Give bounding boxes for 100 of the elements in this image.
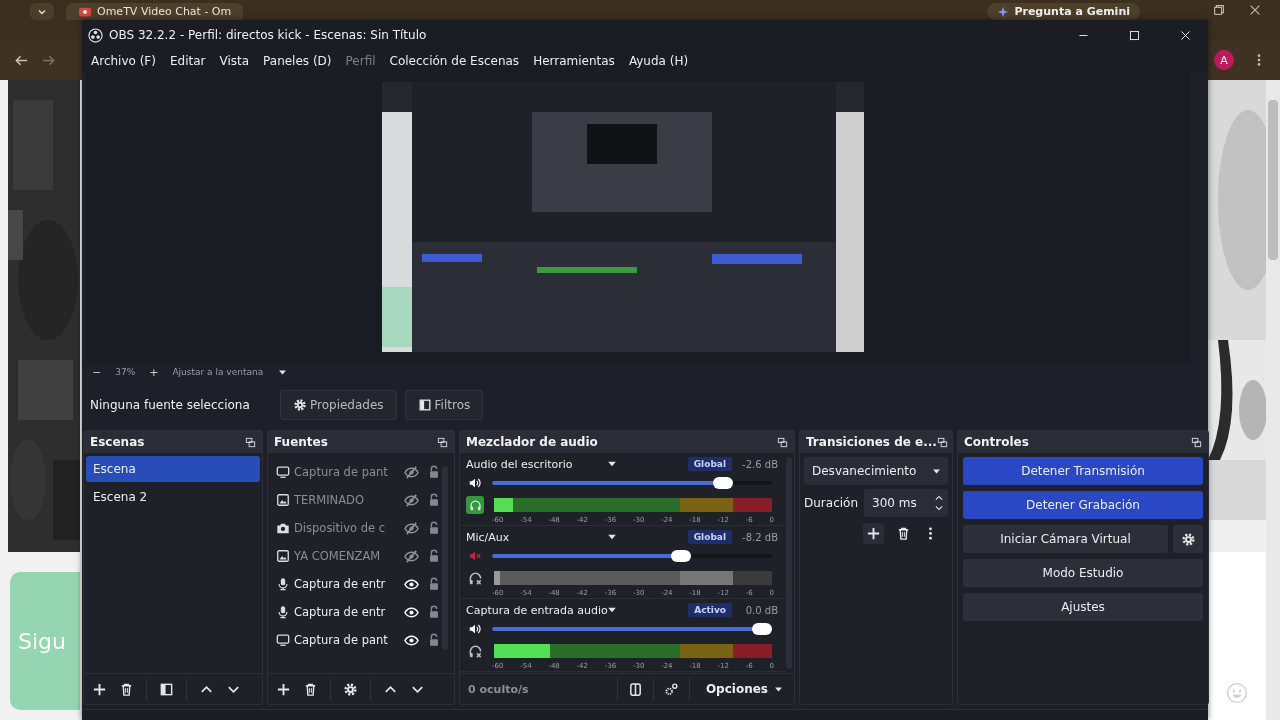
padlock-icon[interactable]: [427, 493, 441, 507]
plus-icon[interactable]: [92, 681, 107, 697]
control-button[interactable]: Iniciar Cámara Virtual: [963, 525, 1168, 553]
settings-button[interactable]: [1173, 525, 1203, 553]
panel-title: Fuentes: [274, 435, 328, 449]
eye-slash-icon[interactable]: [404, 464, 419, 480]
image-icon: [276, 549, 290, 563]
padlock-icon[interactable]: [427, 577, 441, 591]
add-button[interactable]: [863, 523, 884, 544]
undock-icon[interactable]: [1191, 436, 1202, 448]
muted-speaker-icon[interactable]: [468, 549, 482, 563]
padlock-icon[interactable]: [427, 549, 441, 563]
avatar[interactable]: A: [1214, 50, 1234, 70]
control-button[interactable]: Detener Grabación: [963, 491, 1203, 519]
slider-thumb[interactable]: [713, 477, 733, 489]
transition-dropdown[interactable]: Desvanecimiento: [804, 457, 948, 485]
pause-icon[interactable]: [627, 681, 643, 697]
gear-icon[interactable]: [343, 681, 358, 697]
filter-icon: [417, 398, 432, 412]
options-button[interactable]: Opciones: [699, 682, 790, 696]
fit-mode-label: Ajustar a la ventana: [172, 367, 264, 377]
zoom-in-button[interactable]: +: [149, 365, 159, 379]
gemini-button[interactable]: Pregunta a Gemini: [987, 3, 1140, 20]
source-name[interactable]: Captura de pant: [294, 633, 400, 647]
source-name[interactable]: TERMINADO: [294, 493, 400, 507]
camera-icon: [276, 521, 290, 535]
window-title: OBS 32.2.2 - Perfil: directos kick - Escenas: Sin Título: [109, 28, 427, 42]
source-name[interactable]: Dispositivo de c: [294, 521, 400, 535]
plus-icon[interactable]: [276, 681, 291, 697]
scene-item[interactable]: Escena 2: [86, 484, 260, 510]
headphones-off-icon[interactable]: [468, 643, 483, 659]
padlock-icon[interactable]: [427, 521, 441, 535]
headphones-button[interactable]: [466, 496, 484, 514]
eye-slash-icon[interactable]: [404, 492, 419, 508]
trash-icon[interactable]: [119, 681, 134, 697]
duration-label: Duración: [804, 496, 858, 510]
zoom-out-button[interactable]: −: [92, 365, 102, 379]
panel-title: Escenas: [90, 435, 145, 449]
speaker-icon[interactable]: [468, 622, 482, 636]
headphones-icon: [468, 498, 482, 512]
menu-item[interactable]: Herramientas: [526, 54, 622, 68]
undock-icon[interactable]: [437, 436, 448, 448]
mode-badge[interactable]: Activo: [688, 603, 732, 617]
filters-button[interactable]: Filtros: [404, 390, 484, 420]
menu-item[interactable]: Editar: [162, 54, 213, 68]
slider-thumb[interactable]: [752, 623, 772, 635]
padlock-icon[interactable]: [427, 465, 441, 479]
control-button[interactable]: Modo Estudio: [963, 559, 1203, 587]
eye-slash-icon[interactable]: [404, 520, 419, 536]
app-logo-icon: [88, 27, 103, 43]
padlock-icon[interactable]: [427, 633, 441, 647]
microphone-icon: [276, 605, 290, 619]
menu-item[interactable]: Paneles (D): [256, 54, 339, 68]
padlock-icon[interactable]: [427, 605, 441, 619]
undock-icon[interactable]: [777, 436, 788, 448]
plus-icon: [866, 526, 881, 541]
trash-icon[interactable]: [303, 681, 318, 697]
mode-badge[interactable]: Global: [687, 530, 732, 544]
undock-icon[interactable]: [245, 436, 256, 448]
chevron-down-icon[interactable]: [934, 503, 944, 513]
image-icon: [276, 493, 290, 507]
menu-item[interactable]: Archivo (F): [84, 54, 163, 68]
control-button[interactable]: Detener Transmisión: [963, 457, 1203, 485]
filter-icon[interactable]: [159, 681, 174, 697]
scrollbar-thumb[interactable]: [1268, 100, 1278, 260]
monitor-icon: [276, 633, 290, 647]
source-name[interactable]: YA COMENZAM: [294, 549, 400, 563]
speaker-icon[interactable]: [468, 476, 482, 490]
source-name[interactable]: Captura de pant: [294, 465, 400, 479]
tab-list-button[interactable]: [30, 3, 54, 20]
headphones-off-icon[interactable]: [468, 570, 483, 586]
menu-item[interactable]: Ayuda (H): [621, 54, 696, 68]
restore-icon[interactable]: [1212, 3, 1226, 17]
menu-item[interactable]: Colección de Escenas: [382, 54, 527, 68]
slider-thumb[interactable]: [671, 550, 692, 562]
menu-item[interactable]: Vista: [212, 54, 257, 68]
source-name[interactable]: Captura de entr: [294, 577, 400, 591]
duration-field[interactable]: 300 ms: [864, 489, 948, 517]
browser-tab[interactable]: OmeTV Video Chat - Om: [66, 3, 244, 20]
channel-name: Audio del escritorio: [466, 457, 574, 471]
channel-name: Captura de entrada audio: [466, 603, 606, 617]
panel-title: Transiciones de e...: [806, 435, 937, 449]
properties-button[interactable]: Propiedades: [280, 390, 397, 420]
microphone-icon: [276, 577, 290, 591]
control-button[interactable]: Ajustes: [963, 593, 1203, 621]
mode-badge[interactable]: Global: [687, 457, 732, 471]
scene-item[interactable]: Escena: [86, 456, 260, 482]
undock-icon[interactable]: [936, 436, 948, 448]
close-icon[interactable]: [1248, 3, 1262, 17]
volume-reading: -8.2 dB: [742, 531, 778, 543]
source-name[interactable]: Captura de entr: [294, 605, 400, 619]
panel-title: Mezclador de audio: [466, 435, 598, 449]
eye-slash-icon[interactable]: [404, 548, 419, 564]
gear-icon: [1180, 531, 1196, 547]
volume-reading: 0.0 dB: [744, 604, 778, 616]
chevron-up-icon[interactable]: [934, 493, 944, 503]
gear-icon: [293, 398, 307, 412]
volume-reading: -2.6 dB: [742, 458, 778, 470]
gears-icon[interactable]: [663, 681, 679, 697]
trash-icon[interactable]: [896, 526, 911, 541]
